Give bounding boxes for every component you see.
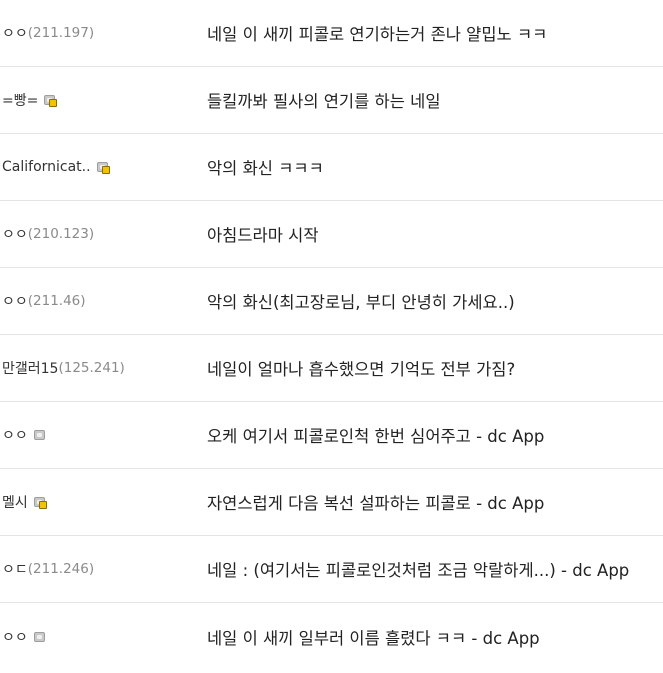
comment-text: 자연스럽게 다음 복선 설파하는 피콜로 - dc App	[207, 494, 545, 513]
comment-list: ㅇㅇ (211.197) 네일 이 새끼 피콜로 연기하는거 존나 얄밉노 ㅋㅋ …	[0, 0, 663, 670]
comment-author[interactable]: Californicat..	[0, 159, 207, 175]
comment-row: ㅇㅇ (210.123) 아침드라마 시작	[0, 201, 663, 268]
comment-row: ㅇㄷ (211.246) 네일 : (여기서는 피콜로인것처럼 조금 악랄하게..…	[0, 536, 663, 603]
comment-row: ㅇㅇ 네일 이 새끼 일부러 이름 흘렸다 ㅋㅋ - dc App	[0, 603, 663, 670]
comment-author[interactable]: ㅇㄷ (211.246)	[0, 559, 207, 579]
comment-author[interactable]: ㅇㅇ (210.123)	[0, 224, 207, 244]
comment-author[interactable]: ㅇㅇ (211.197)	[0, 23, 207, 43]
comment-text: 악의 화신 ㅋㅋㅋ	[207, 159, 324, 178]
comment-author[interactable]: =빵=	[0, 90, 207, 110]
comment-text: 오케 여기서 피콜로인척 한번 심어주고 - dc App	[207, 427, 545, 446]
gallog-fixed-nick-icon[interactable]	[44, 95, 58, 107]
gallog-semi-nick-icon[interactable]	[33, 430, 45, 440]
author-nick[interactable]: ㅇㅇ	[2, 627, 28, 647]
comment-text: 들킬까봐 필사의 연기를 하는 네일	[207, 92, 441, 111]
author-nick[interactable]: ㅇㅇ	[2, 291, 28, 311]
author-ip: (125.241)	[58, 360, 125, 376]
author-nick[interactable]: Californicat..	[2, 159, 91, 175]
author-nick[interactable]: ㅇㅇ	[2, 224, 28, 244]
comment-author[interactable]: ㅇㅇ	[0, 627, 207, 647]
author-ip: (210.123)	[27, 226, 95, 242]
gallog-semi-nick-icon[interactable]	[33, 631, 45, 642]
comment-author[interactable]: ㅇㅇ	[0, 425, 207, 445]
comment-text: 네일 : (여기서는 피콜로인것처럼 조금 악랄하게...) - dc App	[207, 561, 630, 580]
gallog-fixed-nick-icon[interactable]	[33, 497, 47, 509]
author-nick[interactable]: =빵=	[2, 90, 38, 110]
author-ip: (211.197)	[27, 25, 95, 41]
comment-row: ㅇㅇ (211.197) 네일 이 새끼 피콜로 연기하는거 존나 얄밉노 ㅋㅋ	[0, 0, 663, 67]
comment-author[interactable]: 만갤러15 (125.241)	[0, 358, 207, 378]
comment-row: Californicat.. 악의 화신 ㅋㅋㅋ	[0, 134, 663, 201]
comment-author[interactable]: ㅇㅇ (211.46)	[0, 291, 207, 311]
comment-author[interactable]: 멜시	[0, 492, 207, 512]
author-ip: (211.246)	[27, 561, 95, 577]
gallog-fixed-nick-icon[interactable]	[96, 162, 110, 174]
author-nick[interactable]: 만갤러15	[2, 358, 58, 378]
comment-row: ㅇㅇ 오케 여기서 피콜로인척 한번 심어주고 - dc App	[0, 402, 663, 469]
comment-text: 아침드라마 시작	[207, 226, 319, 245]
comment-text: 악의 화신(최고장로님, 부디 안녕히 가세요..)	[207, 293, 515, 312]
author-nick[interactable]: ㅇㅇ	[2, 425, 28, 445]
author-nick[interactable]: 멜시	[2, 492, 28, 512]
comment-text: 네일이 얼마나 흡수했으면 기억도 전부 가짐?	[207, 360, 516, 379]
comment-row: =빵= 들킬까봐 필사의 연기를 하는 네일	[0, 67, 663, 134]
author-nick[interactable]: ㅇㄷ	[2, 559, 28, 579]
author-ip: (211.46)	[27, 293, 86, 309]
comment-text: 네일 이 새끼 피콜로 연기하는거 존나 얄밉노 ㅋㅋ	[207, 25, 548, 44]
comment-text: 네일 이 새끼 일부러 이름 흘렸다 ㅋㅋ - dc App	[207, 628, 540, 648]
comment-row: 만갤러15 (125.241) 네일이 얼마나 흡수했으면 기억도 전부 가짐?	[0, 335, 663, 402]
comment-row: 멜시 자연스럽게 다음 복선 설파하는 피콜로 - dc App	[0, 469, 663, 536]
author-nick[interactable]: ㅇㅇ	[2, 23, 28, 43]
comment-row: ㅇㅇ (211.46) 악의 화신(최고장로님, 부디 안녕히 가세요..)	[0, 268, 663, 335]
